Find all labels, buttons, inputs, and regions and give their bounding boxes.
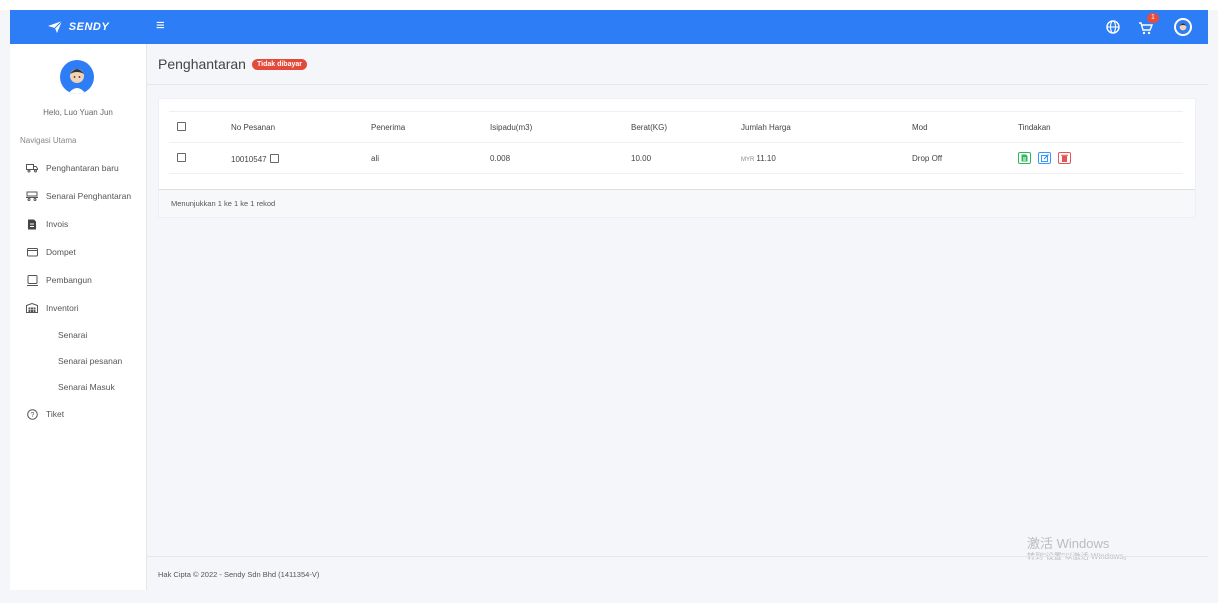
row-checkbox[interactable] xyxy=(177,152,186,162)
sidebar-item-senarai-penghantaran[interactable]: Senarai Penghantaran xyxy=(10,182,146,210)
edit-button[interactable] xyxy=(1038,152,1052,164)
table-header-row: No Pesanan Penerima Isipadu(m3) Berat(KG… xyxy=(169,111,1183,143)
brand-logo[interactable]: SENDY xyxy=(10,10,146,44)
copy-icon[interactable] xyxy=(269,153,279,163)
warehouse-icon xyxy=(26,302,38,314)
sidebar: Helo, Luo Yuan Jun Navigasi Utama Pengha… xyxy=(10,44,147,590)
greeting: Helo, Luo Yuan Jun xyxy=(43,108,113,117)
page-title: Penghantaran xyxy=(158,56,246,72)
brand-name: SENDY xyxy=(68,21,110,33)
col-header-price[interactable]: Jumlah Harga xyxy=(740,111,911,143)
windows-activation-title: 激活 Windows xyxy=(1027,536,1110,551)
actions-cell xyxy=(1017,142,1183,174)
price-cell: MYR 11.10 xyxy=(740,142,911,174)
sidebar-item-label: Tiket xyxy=(46,409,65,419)
col-header-order-no[interactable]: No Pesanan xyxy=(230,111,370,143)
cart-count-badge: 1 xyxy=(1147,13,1159,23)
svg-text:?: ? xyxy=(30,412,34,419)
wallet-icon xyxy=(26,246,38,258)
sidebar-item-tiket[interactable]: ? Tiket xyxy=(10,400,146,428)
user-face-icon xyxy=(68,69,86,94)
sidebar-item-dompet[interactable]: Dompet xyxy=(10,238,146,266)
user-face-icon xyxy=(1179,23,1187,31)
sidebar-item-label: Senarai Penghantaran xyxy=(46,191,132,201)
select-all-cell xyxy=(169,111,230,143)
volume-cell: 0.008 xyxy=(489,142,630,174)
globe-icon[interactable] xyxy=(1106,20,1120,34)
sidebar-item-penghantaran-baru[interactable]: Penghantaran baru xyxy=(10,154,146,182)
currency-label: MYR xyxy=(741,156,755,163)
cart-button[interactable]: 1 xyxy=(1138,13,1159,36)
truck-icon xyxy=(26,162,38,174)
window-top-margin xyxy=(0,0,1218,10)
trash-icon xyxy=(1061,154,1069,162)
select-all-checkbox[interactable] xyxy=(177,121,186,131)
help-icon: ? xyxy=(26,408,38,420)
hamburger-menu-icon[interactable]: ≡ xyxy=(156,18,172,34)
nav-heading: Navigasi Utama xyxy=(20,136,77,145)
sidebar-subitem-senarai-pesanan[interactable]: Senarai pesanan xyxy=(10,348,146,374)
sidebar-item-label: Invois xyxy=(46,219,69,229)
user-avatar[interactable] xyxy=(1174,18,1192,36)
col-header-volume[interactable]: Isipadu(m3) xyxy=(489,111,630,143)
invoice-icon xyxy=(1021,154,1028,162)
status-badge: Tidak dibayar xyxy=(251,58,307,70)
invoice-icon xyxy=(26,218,38,230)
sidebar-item-label: Pembangun xyxy=(46,275,92,285)
recipient-cell: ali xyxy=(370,142,489,174)
sidebar-item-invois[interactable]: Invois xyxy=(10,210,146,238)
list-truck-icon xyxy=(26,190,38,202)
page-header: Penghantaran Tidak dibayar xyxy=(158,56,307,72)
table-info: Menunjukkan 1 ke 1 ke 1 rekod xyxy=(159,189,1195,217)
order-no-cell: 10010547 xyxy=(230,142,370,174)
sidebar-avatar xyxy=(60,60,94,94)
edit-icon xyxy=(1040,154,1049,162)
mode-cell: Drop Off xyxy=(911,142,1017,174)
top-navbar: SENDY ≡ 1 xyxy=(10,10,1208,44)
col-header-actions: Tindakan xyxy=(1017,111,1183,143)
developer-icon xyxy=(26,274,38,286)
orders-card: No Pesanan Penerima Isipadu(m3) Berat(KG… xyxy=(158,98,1196,218)
col-header-mode[interactable]: Mod xyxy=(911,111,1017,143)
sidebar-nav: Penghantaran baru Senarai Penghantaran I… xyxy=(10,154,146,428)
sidebar-item-label: Penghantaran baru xyxy=(46,163,119,173)
table-row: 10010547 ali 0.008 10.00 MYR 11.10 Drop O… xyxy=(169,142,1183,174)
footer-divider xyxy=(146,556,1208,557)
paper-plane-icon xyxy=(47,20,63,33)
sidebar-item-inventori[interactable]: Inventori xyxy=(10,294,146,322)
sidebar-subitem-senarai[interactable]: Senarai xyxy=(10,322,146,348)
divider xyxy=(146,84,1208,85)
cart-icon xyxy=(1139,22,1154,35)
order-no: 10010547 xyxy=(231,154,267,164)
sidebar-item-label: Inventori xyxy=(46,303,79,313)
orders-table: No Pesanan Penerima Isipadu(m3) Berat(KG… xyxy=(169,111,1183,174)
col-header-weight[interactable]: Berat(KG) xyxy=(630,111,740,143)
price-value: 11.10 xyxy=(756,153,776,163)
sidebar-item-label: Dompet xyxy=(46,247,76,257)
sidebar-item-pembangun[interactable]: Pembangun xyxy=(10,266,146,294)
invoice-button[interactable] xyxy=(1018,152,1031,164)
row-select-cell xyxy=(169,142,230,174)
copyright-footer: Hak Cipta © 2022 - Sendy Sdn Bhd (141135… xyxy=(158,570,320,579)
weight-cell: 10.00 xyxy=(630,142,740,174)
col-header-recipient[interactable]: Penerima xyxy=(370,111,489,143)
sidebar-subitem-senarai-masuk[interactable]: Senarai Masuk xyxy=(10,374,146,400)
delete-button[interactable] xyxy=(1058,152,1072,164)
